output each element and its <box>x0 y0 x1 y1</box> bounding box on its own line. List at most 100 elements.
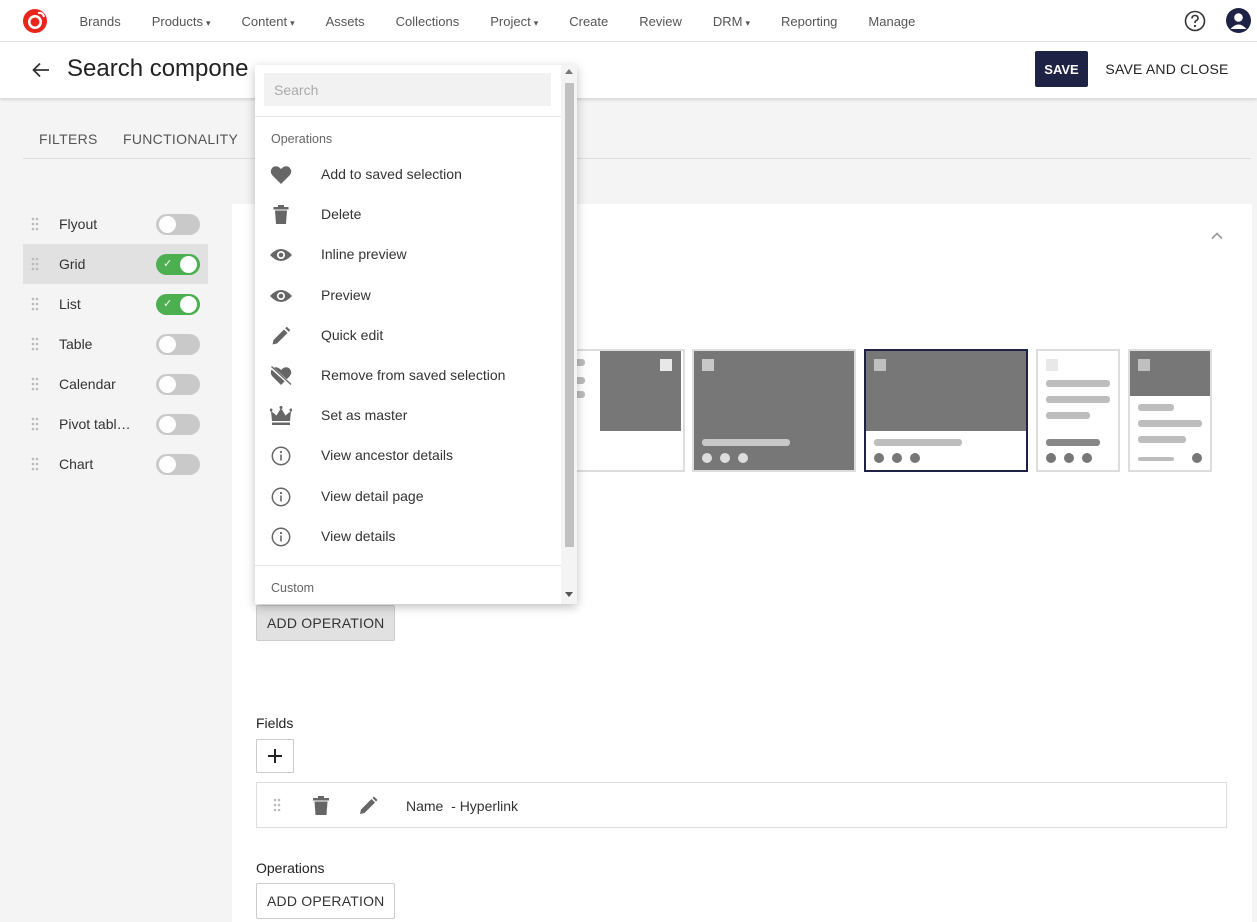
menu-item-label: View details <box>321 527 396 544</box>
layout-option-4[interactable] <box>1036 349 1120 472</box>
trash-icon[interactable] <box>312 796 330 816</box>
view-item-chart[interactable]: Chart <box>23 444 208 484</box>
view-toggle[interactable]: ✓ <box>156 254 200 275</box>
menu-item-view-ancestor-details[interactable]: View ancestor details <box>255 436 561 476</box>
view-toggle[interactable] <box>156 214 200 235</box>
menu-item-set-as-master[interactable]: Set as master <box>255 396 561 436</box>
nav-item-drm[interactable]: DRM ▾ <box>697 14 765 29</box>
nav-item-reporting[interactable]: Reporting <box>766 14 853 29</box>
view-item-label: List <box>59 296 81 312</box>
nav-item-project[interactable]: Project ▾ <box>475 14 554 29</box>
field-name-label: Name - Hyperlink <box>406 798 519 814</box>
add-operation-button[interactable]: ADD OPERATION <box>256 605 396 641</box>
nav-item-manage[interactable]: Manage <box>853 14 931 29</box>
drag-handle-icon[interactable] <box>273 798 281 812</box>
nav-item-brands[interactable]: Brands <box>64 14 136 29</box>
menu-item-preview[interactable]: Preview <box>255 276 561 316</box>
save-and-close-button[interactable]: SAVE AND CLOSE <box>1100 51 1234 87</box>
view-item-label: Grid <box>59 256 86 272</box>
drag-handle-icon[interactable] <box>31 257 39 271</box>
add-operation-button-2[interactable]: ADD OPERATION <box>256 883 396 919</box>
crown-icon <box>269 406 293 426</box>
view-item-flyout[interactable]: Flyout <box>23 204 208 244</box>
tab-functionality[interactable]: FUNCTIONALITY <box>123 131 238 147</box>
menu-item-inline-preview[interactable]: Inline preview <box>255 235 561 275</box>
layout-option-2[interactable] <box>692 349 856 472</box>
nav-item-label: Content <box>241 13 288 29</box>
toggle-knob <box>159 216 176 233</box>
drag-handle-icon[interactable] <box>31 337 39 351</box>
menu-item-label: Set as master <box>321 407 408 424</box>
nav-item-collections[interactable]: Collections <box>380 14 475 29</box>
top-navigation: Brands Products ▾ Content ▾ Assets Collections… <box>0 0 1257 42</box>
nav-item-label: Collections <box>395 13 460 29</box>
nav-item-review[interactable]: Review <box>624 14 698 29</box>
pencil-icon <box>269 326 293 346</box>
page-header: Search compone SAVE SAVE AND CLOSE <box>0 42 1257 98</box>
operations-heading: Operations <box>271 132 333 146</box>
scroll-up-arrow-icon[interactable] <box>565 69 573 74</box>
nav-item-label: Assets <box>325 13 365 29</box>
view-item-label: Table <box>59 336 93 352</box>
check-icon: ✓ <box>163 258 173 270</box>
dropdown-search-input[interactable] <box>264 73 551 106</box>
layout-option-5[interactable] <box>1128 349 1212 472</box>
nav-item-label: Manage <box>868 13 916 29</box>
toggle-knob <box>180 296 197 313</box>
view-item-table[interactable]: Table <box>23 324 208 364</box>
trash-icon <box>269 205 293 225</box>
tab-filters[interactable]: FILTERS <box>39 131 98 147</box>
field-row[interactable]: Name - Hyperlink <box>256 782 1227 828</box>
menu-item-view-detail-page[interactable]: View detail page <box>255 477 561 517</box>
menu-item-view-details[interactable]: View details <box>255 517 561 557</box>
view-item-label: Calendar <box>59 376 116 392</box>
menu-item-label: Quick edit <box>321 326 384 343</box>
eye-icon <box>269 286 293 306</box>
menu-item-add-to-saved-selection[interactable]: Add to saved selection <box>255 155 561 195</box>
view-toggle[interactable] <box>156 334 200 355</box>
pencil-icon[interactable] <box>358 796 378 816</box>
menu-item-delete[interactable]: Delete <box>255 195 561 235</box>
drag-handle-icon[interactable] <box>31 297 39 311</box>
dropdown-scrollbar[interactable] <box>561 65 577 604</box>
view-toggle[interactable] <box>156 374 200 395</box>
scroll-down-arrow-icon[interactable] <box>565 592 573 597</box>
fields-label: Fields <box>256 715 294 731</box>
menu-item-quick-edit[interactable]: Quick edit <box>255 316 561 356</box>
add-field-button[interactable] <box>256 739 294 773</box>
nav-item-create[interactable]: Create <box>554 14 624 29</box>
toggle-knob <box>159 336 176 353</box>
nav-item-assets[interactable]: Assets <box>310 14 380 29</box>
view-toggle[interactable]: ✓ <box>156 294 200 315</box>
view-item-calendar[interactable]: Calendar <box>23 364 208 404</box>
drag-handle-icon[interactable] <box>31 377 39 391</box>
toggle-knob <box>180 256 197 273</box>
view-toggle[interactable] <box>156 454 200 475</box>
scroll-thumb[interactable] <box>565 83 574 547</box>
back-arrow-icon[interactable] <box>30 59 52 81</box>
view-item-grid[interactable]: Grid ✓ <box>23 244 208 284</box>
user-avatar-icon[interactable] <box>1226 8 1251 33</box>
view-toggle[interactable] <box>156 414 200 435</box>
nav-item-label: DRM <box>712 13 743 29</box>
save-button[interactable]: SAVE <box>1035 51 1088 87</box>
nav-item-content[interactable]: Content ▾ <box>226 14 310 29</box>
chevron-up-icon[interactable] <box>1209 228 1225 244</box>
help-icon[interactable] <box>1184 10 1206 32</box>
menu-item-remove-from-saved-selection[interactable]: Remove from saved selection <box>255 356 561 396</box>
divider <box>255 116 561 117</box>
menu-item-label: Add to saved selection <box>321 166 462 182</box>
view-item-list[interactable]: List ✓ <box>23 284 208 324</box>
nav-item-label: Project <box>490 13 531 29</box>
drag-handle-icon[interactable] <box>31 457 39 471</box>
view-item-label: Pivot tabl… <box>59 416 131 432</box>
nav-item-products[interactable]: Products ▾ <box>136 14 226 29</box>
layout-option-3[interactable] <box>864 349 1028 472</box>
logo-icon[interactable] <box>22 8 48 34</box>
toggle-knob <box>159 416 176 433</box>
drag-handle-icon[interactable] <box>31 217 39 231</box>
drag-handle-icon[interactable] <box>31 417 39 431</box>
view-item-pivot-tabl[interactable]: Pivot tabl… <box>23 404 208 444</box>
custom-heading: Custom <box>271 581 315 595</box>
layout-option-1[interactable] <box>567 349 685 472</box>
